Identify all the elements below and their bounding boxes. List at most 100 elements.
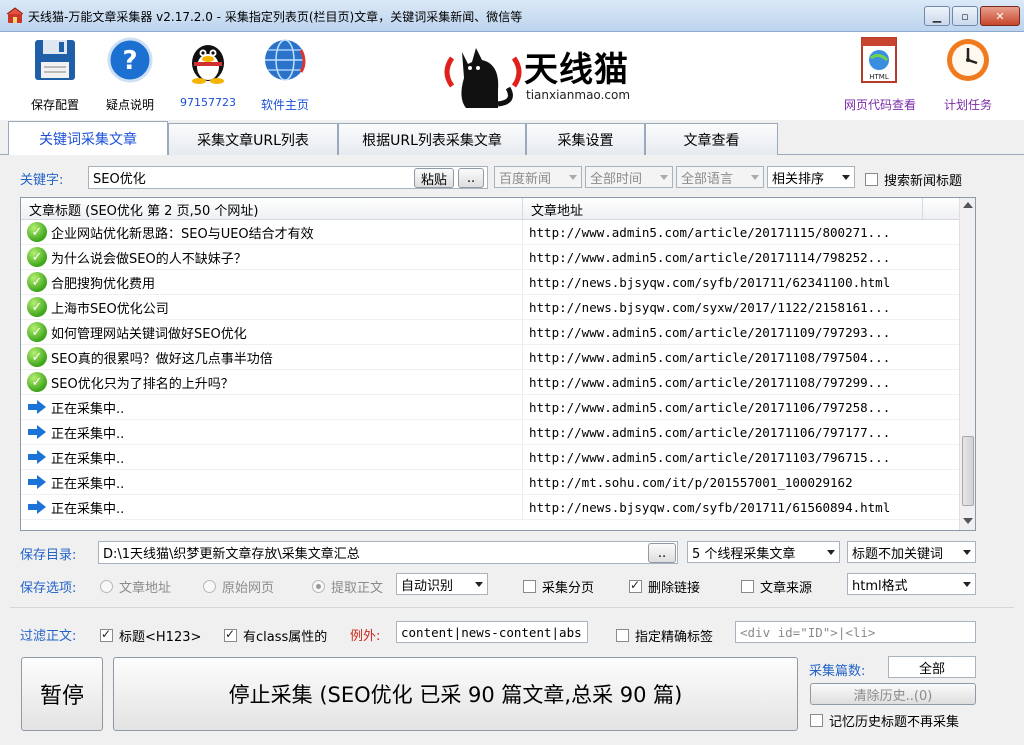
scroll-thumb[interactable] [962, 436, 974, 506]
class-attr-checkbox[interactable] [224, 627, 237, 642]
language-select[interactable]: 全部语言 [676, 166, 764, 188]
keyword-more-button[interactable]: .. [458, 168, 484, 188]
detect-select[interactable]: 自动识别 [396, 573, 488, 595]
source-checkbox[interactable] [741, 580, 754, 593]
vertical-scrollbar[interactable] [959, 198, 975, 530]
threads-select[interactable]: 5 个线程采集文章 [687, 541, 840, 563]
table-row[interactable]: ✓ 为什么说会做SEO的人不缺妹子？ http://www.admin5.com/a… [21, 244, 959, 270]
row-title: 合肥搜狗优化费用 [51, 276, 156, 292]
title-tag-checkbox[interactable] [100, 627, 113, 642]
article-url-radio[interactable] [100, 580, 113, 593]
arrow-right-icon [27, 422, 47, 442]
option-remember-history[interactable]: 记忆历史标题不再采集 [810, 711, 959, 730]
row-title-cell: 正在采集中.. [21, 444, 523, 470]
column-title-header[interactable]: 文章标题 (SEO优化 第 2 页,50 个网址) [21, 198, 523, 220]
plan-task-button[interactable]: 计划任务 [928, 36, 1008, 113]
option-title-tag[interactable]: 标题<H123> [100, 626, 201, 645]
option-remove-links[interactable]: 删除链接 [629, 577, 700, 596]
arrow-right-icon [27, 397, 47, 417]
save-options-label: 保存选项: [20, 581, 77, 596]
paging-checkbox[interactable] [523, 580, 536, 593]
chevron-down-icon [963, 550, 971, 555]
close-button[interactable]: ✕ [980, 6, 1020, 26]
qq-button[interactable]: 97157723 [168, 36, 248, 109]
table-row[interactable]: 正在采集中.. http://www.admin5.com/article/201… [21, 394, 959, 420]
maximize-button[interactable]: ▫ [952, 6, 978, 26]
raw-page-radio[interactable] [203, 580, 216, 593]
row-url: http://www.admin5.com/article/20171108/7… [529, 349, 891, 365]
row-url: http://www.admin5.com/article/20171108/7… [529, 374, 891, 390]
tab-collect-by-url[interactable]: 根据URL列表采集文章 [338, 123, 526, 155]
except-input[interactable]: content|news-content|abs [396, 621, 588, 643]
homepage-button[interactable]: 软件主页 [245, 36, 325, 113]
option-class-attr[interactable]: 有class属性的 [224, 626, 327, 645]
scroll-down-icon[interactable] [963, 518, 973, 524]
table-row[interactable]: 正在采集中.. http://news.bjsyqw.com/syfb/20171… [21, 494, 959, 520]
check-circle-icon: ✓ [27, 222, 47, 242]
row-title-cell: ✓ SEO优化只为了排名的上升吗？ [21, 369, 523, 395]
exact-tag-input[interactable]: <div id="ID">|<li> [735, 621, 976, 643]
format-value: html格式 [852, 578, 908, 594]
table-row[interactable]: ✓ 如何管理网站关键词做好SEO优化 http://www.admin5.com/a… [21, 319, 959, 345]
table-row[interactable]: ✓ SEO真的很累吗？做好这几点事半功倍 http://www.admin5.com… [21, 344, 959, 370]
list-header: 文章标题 (SEO优化 第 2 页,50 个网址) 文章地址 [21, 198, 959, 220]
row-title: 企业网站优化新思路：SEO与UEO结合才有效 [51, 226, 314, 242]
extract-text-radio[interactable] [312, 580, 325, 593]
format-select[interactable]: html格式 [847, 573, 976, 595]
option-paging[interactable]: 采集分页 [523, 577, 594, 596]
paste-button[interactable]: 粘贴 [414, 168, 454, 188]
option-source[interactable]: 文章来源 [741, 577, 812, 596]
threads-value: 5 个线程采集文章 [692, 546, 796, 562]
sort-value: 相关排序 [772, 171, 825, 187]
table-row[interactable]: ✓ SEO优化只为了排名的上升吗？ http://www.admin5.com/ar… [21, 369, 959, 395]
table-row[interactable]: 正在采集中.. http://mt.sohu.com/it/p/201557001… [21, 469, 959, 495]
table-row[interactable]: ✓ 合肥搜狗优化费用 http://news.bjsyqw.com/syfb/201… [21, 269, 959, 295]
engine-select[interactable]: 百度新闻 [494, 166, 582, 188]
table-row[interactable]: 正在采集中.. http://www.admin5.com/article/201… [21, 419, 959, 445]
tab-keyword-collect[interactable]: 关键词采集文章 [8, 121, 168, 156]
table-row[interactable]: 正在采集中.. http://www.admin5.com/article/201… [21, 444, 959, 470]
row-title-cell: 正在采集中.. [21, 394, 523, 420]
option-exact-tag[interactable]: 指定精确标签 [616, 626, 713, 645]
row-url: http://www.admin5.com/article/20171109/7… [529, 324, 891, 340]
option-raw-page[interactable]: 原始网页 [203, 577, 274, 596]
tab-url-list[interactable]: 采集文章URL列表 [168, 123, 338, 155]
web-code-label: 网页代码查看 [843, 98, 916, 112]
globe-icon [261, 36, 309, 84]
clear-history-button[interactable]: 清除历史..(0) [810, 683, 976, 705]
count-label: 采集篇数: [809, 664, 866, 679]
article-list[interactable]: 文章标题 (SEO优化 第 2 页,50 个网址) 文章地址 ✓ 企业网站优化新思… [20, 197, 976, 531]
title-mode-select[interactable]: 标题不加关键词 [847, 541, 976, 563]
sort-select[interactable]: 相关排序 [767, 166, 855, 188]
column-url-header[interactable]: 文章地址 [523, 198, 923, 220]
search-title-option[interactable]: 搜索新闻标题 [865, 170, 962, 189]
chevron-down-icon [963, 582, 971, 587]
tab-settings[interactable]: 采集设置 [526, 123, 645, 155]
exact-tag-checkbox[interactable] [616, 629, 629, 642]
time-value: 全部时间 [590, 171, 643, 187]
save-config-button[interactable]: 保存配置 [15, 36, 95, 113]
pause-button[interactable]: 暂停 [21, 657, 103, 731]
browse-dir-button[interactable]: .. [648, 543, 676, 563]
search-title-checkbox[interactable] [865, 173, 878, 186]
table-row[interactable]: ✓ 上海市SEO优化公司 http://news.bjsyqw.com/syxw/2… [21, 294, 959, 320]
tab-article-view[interactable]: 文章查看 [645, 123, 778, 155]
scroll-up-icon[interactable] [963, 202, 973, 208]
help-button[interactable]: ? 疑点说明 [90, 36, 170, 113]
option-extract-text[interactable]: 提取正文 [312, 577, 383, 596]
remove-links-checkbox[interactable] [629, 578, 642, 593]
brand-logo: 天线猫 tianxianmao.com [438, 38, 638, 110]
web-code-button[interactable]: HTML 网页代码查看 [840, 36, 920, 113]
time-select[interactable]: 全部时间 [585, 166, 673, 188]
row-title: 如何管理网站关键词做好SEO优化 [51, 326, 247, 342]
column-filler-header [923, 198, 959, 220]
minimize-button[interactable]: ▁ [924, 6, 950, 26]
row-url: http://news.bjsyqw.com/syfb/201711/62341… [529, 274, 891, 290]
count-input[interactable]: 全部 [888, 656, 976, 678]
table-row[interactable]: ✓ 企业网站优化新思路：SEO与UEO结合才有效 http://www.admin5… [21, 219, 959, 245]
option-article-url[interactable]: 文章地址 [100, 577, 171, 596]
save-dir-input[interactable]: D:\1天线猫\织梦更新文章存放\采集文章汇总 [98, 541, 678, 564]
remember-history-checkbox[interactable] [810, 714, 823, 727]
toolbar: 保存配置 ? 疑点说明 97157723 软件主页 天线猫 tianxianma… [0, 32, 1024, 120]
stop-collect-button[interactable]: 停止采集 (SEO优化 已采 90 篇文章,总采 90 篇) [113, 657, 798, 731]
